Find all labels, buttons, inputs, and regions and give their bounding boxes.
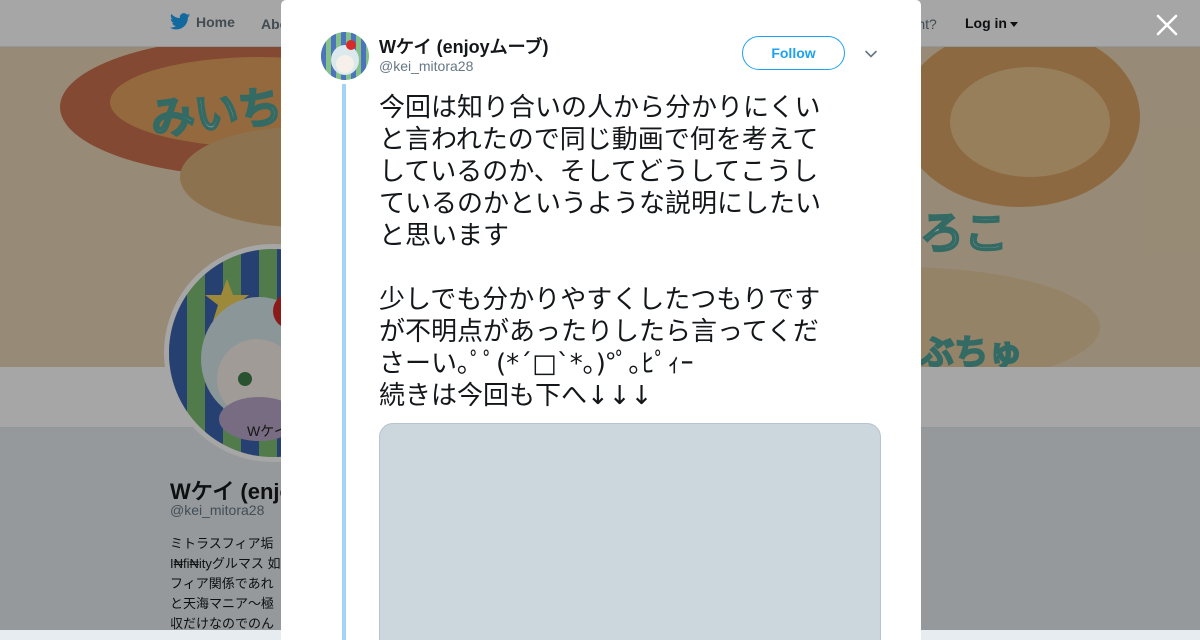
tweet-line: と思います — [379, 221, 510, 251]
tweet-avatar-art — [321, 32, 369, 80]
tweet-line: と言われたので同じ動画で何を考えて — [379, 125, 819, 155]
tweet-line: しているのか、そしてどうしてこうし — [379, 157, 819, 187]
tweet-author-name[interactable]: Wケイ (enjoyムーブ) — [379, 33, 549, 59]
tweet-line: 続きは今回も下へ↓↓↓ — [379, 381, 653, 411]
tweet-author-handle[interactable]: @kei_mitora28 — [379, 58, 473, 74]
thread-line — [342, 84, 346, 640]
tweet-line: 少しでも分かりやすくしたつもりです — [379, 285, 821, 315]
tweet-author-avatar[interactable] — [321, 32, 369, 80]
tweet-text: 今回は知り合いの人から分かりにくい と言われたので同じ動画で何を考えて している… — [379, 92, 869, 412]
follow-button[interactable]: Follow — [742, 36, 845, 70]
close-icon[interactable] — [1154, 12, 1180, 38]
tweet-permalink-modal: Wケイ (enjoyムーブ) @kei_mitora28 Follow 今回は知… — [281, 0, 921, 640]
chevron-down-icon[interactable] — [863, 46, 879, 62]
tweet-line: ているのかというような説明にしたい — [379, 189, 822, 219]
tweet-media-placeholder[interactable] — [379, 423, 881, 640]
tweet-line: さーい｡ﾟﾟ(*´□`*｡)°ﾟ｡ﾋﾟｨｰ — [379, 349, 694, 379]
tweet-line: が不明点があったりしたら言ってくだ — [379, 317, 819, 347]
tweet-line: 今回は知り合いの人から分かりにくい — [379, 93, 821, 123]
